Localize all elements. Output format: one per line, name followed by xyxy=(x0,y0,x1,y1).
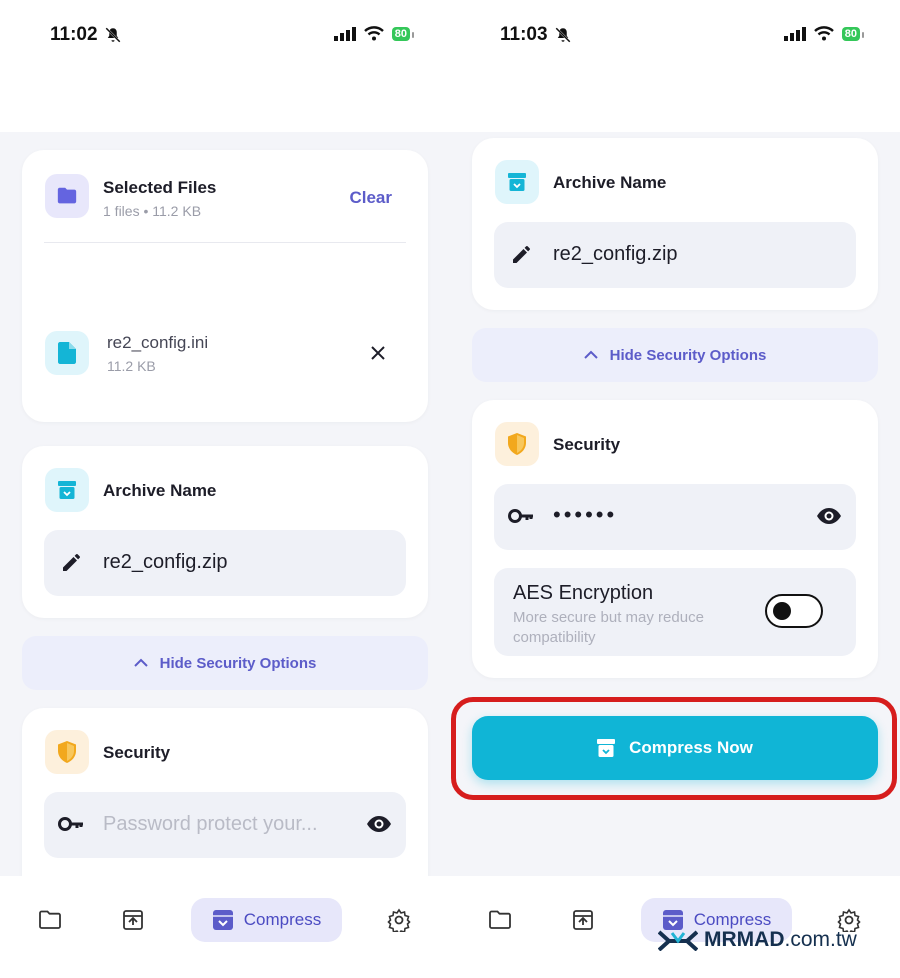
password-placeholder: Password protect your... xyxy=(103,813,318,835)
selected-files-title: Selected Files xyxy=(103,178,217,197)
archive-name-input[interactable]: re2_config.zip xyxy=(44,530,406,596)
archive-name-title: Archive Name xyxy=(553,173,667,192)
archive-name-card: Archive Name re2_config.zip xyxy=(22,446,428,618)
status-time: 11:03 xyxy=(500,24,572,46)
clear-button[interactable]: Clear xyxy=(349,188,392,208)
toggle-knob xyxy=(773,602,791,620)
password-dots: •••••• xyxy=(553,502,618,527)
tab-files[interactable] xyxy=(488,898,512,942)
chevron-up-icon xyxy=(133,658,148,667)
signal-icon xyxy=(333,26,356,41)
status-icons: 80 xyxy=(783,26,865,41)
highlight-box xyxy=(451,697,897,800)
key-icon xyxy=(58,817,83,831)
archive-upload-icon xyxy=(123,910,143,930)
bottom-tab-bar: Compress xyxy=(0,876,450,978)
hide-security-options-label: Hide Security Options xyxy=(159,654,317,672)
shield-icon xyxy=(45,730,89,774)
tab-extract[interactable] xyxy=(122,898,144,942)
status-time: 11:02 xyxy=(50,24,122,46)
mrmad-logo-icon xyxy=(658,930,698,951)
battery-indicator: 80 xyxy=(391,26,415,41)
tab-settings[interactable] xyxy=(387,898,411,942)
watermark-suffix: .com.tw xyxy=(784,928,857,951)
watermark-brand: MRMAD xyxy=(704,928,785,951)
password-input[interactable]: •••••• xyxy=(494,484,856,550)
bottom-tab-bar: Compress xyxy=(450,876,900,978)
file-size: 11.2 KB xyxy=(107,358,156,374)
folder-outline-icon xyxy=(39,910,61,929)
eye-icon[interactable] xyxy=(366,815,392,833)
aes-encryption-toggle[interactable] xyxy=(765,594,823,628)
wifi-icon xyxy=(363,26,384,41)
compress-box-icon xyxy=(212,910,233,930)
bell-muted-icon xyxy=(555,27,571,43)
tab-compress[interactable]: Compress xyxy=(191,898,342,942)
hide-security-options-button[interactable]: Hide Security Options xyxy=(472,328,878,382)
security-title: Security xyxy=(103,743,171,762)
file-name: re2_config.ini xyxy=(107,333,209,352)
tab-extract[interactable] xyxy=(572,898,594,942)
gear-icon xyxy=(387,908,411,932)
folder-icon xyxy=(45,174,89,218)
screen-right: 11:03 80 Archive Name re2_config.zip Hid… xyxy=(450,0,900,978)
eye-icon[interactable] xyxy=(816,507,842,525)
selected-files-card: Selected Files 1 files • 11.2 KB Clear r… xyxy=(22,150,428,422)
status-icons: 80 xyxy=(333,26,415,41)
archive-name-value: re2_config.zip xyxy=(553,243,678,265)
signal-icon xyxy=(783,26,806,41)
selected-files-subtitle: 1 files • 11.2 KB xyxy=(103,203,202,219)
file-icon xyxy=(45,331,89,375)
archive-name-input[interactable]: re2_config.zip xyxy=(494,222,856,288)
aes-encryption-description: More secure but may reduce compatibility xyxy=(513,609,704,646)
divider xyxy=(44,242,406,243)
archive-upload-icon xyxy=(573,910,593,930)
aes-encryption-row: AES Encryption More secure but may reduc… xyxy=(494,568,856,656)
archive-box-icon xyxy=(495,160,539,204)
watermark-logo: MRMAD.com.tw xyxy=(658,928,857,952)
password-input[interactable]: Password protect your... xyxy=(44,792,406,858)
hide-security-options-label: Hide Security Options xyxy=(609,346,767,364)
status-bar: 11:03 80 xyxy=(450,0,900,132)
archive-box-icon xyxy=(45,468,89,512)
battery-indicator: 80 xyxy=(841,26,865,41)
status-bar: 11:02 80 xyxy=(0,0,450,132)
pencil-icon xyxy=(513,246,530,263)
security-card: Security •••••• AES Encryption More secu… xyxy=(472,400,878,678)
screen-left: 11:02 80 Selected Files 1 files • 11.2 K… xyxy=(0,0,450,978)
hide-security-options-button[interactable]: Hide Security Options xyxy=(22,636,428,690)
tab-compress-label: Compress xyxy=(243,910,322,929)
bell-muted-icon xyxy=(105,27,121,43)
archive-name-card: Archive Name re2_config.zip xyxy=(472,138,878,310)
chevron-up-icon xyxy=(583,350,598,359)
archive-name-title: Archive Name xyxy=(103,481,217,500)
aes-encryption-title: AES Encryption xyxy=(513,582,654,604)
key-icon xyxy=(508,509,533,523)
wifi-icon xyxy=(813,26,834,41)
folder-outline-icon xyxy=(489,910,511,929)
security-title: Security xyxy=(553,435,621,454)
archive-name-value: re2_config.zip xyxy=(103,551,228,573)
tab-files[interactable] xyxy=(38,898,62,942)
remove-file-close-icon[interactable] xyxy=(371,346,385,360)
pencil-icon xyxy=(63,554,80,571)
shield-icon xyxy=(495,422,539,466)
tab-compress-label: Compress xyxy=(693,910,772,929)
